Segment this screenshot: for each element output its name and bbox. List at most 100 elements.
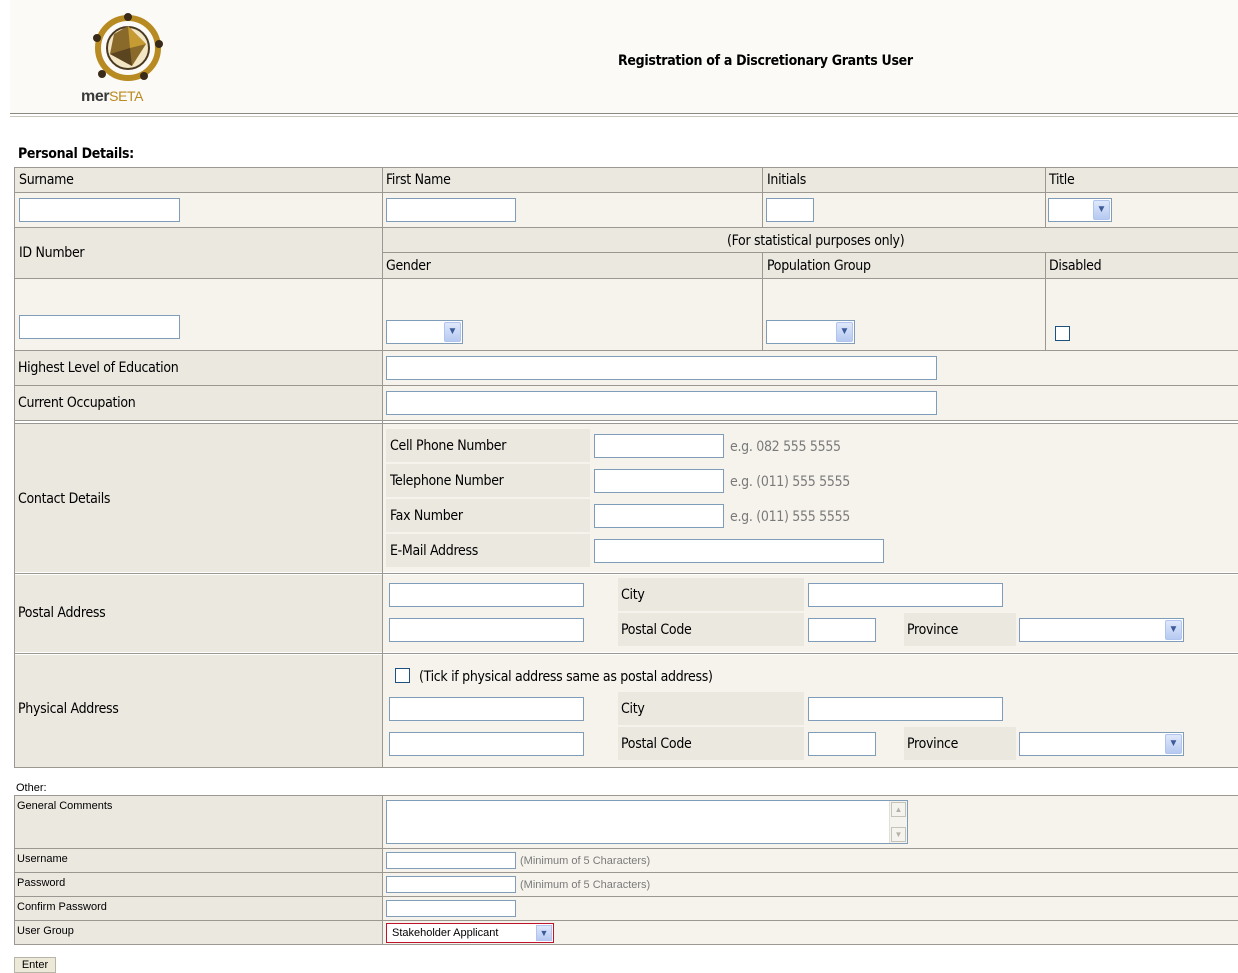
- grid-line: [15, 385, 1238, 386]
- logo-wordmark: merSETA: [81, 88, 144, 105]
- cell-phone-input[interactable]: [594, 434, 724, 458]
- physical-province-select[interactable]: ▼: [1019, 732, 1184, 756]
- physical-address-line1-input[interactable]: [389, 697, 584, 721]
- grid-line: [15, 423, 1238, 424]
- title-select[interactable]: ▼: [1048, 198, 1112, 222]
- postal-address-line1-input[interactable]: [389, 583, 584, 607]
- title-label: Title: [1049, 172, 1075, 188]
- header-divider: [10, 113, 1238, 114]
- grid-line: [15, 227, 1238, 228]
- physical-code-input[interactable]: [808, 732, 876, 756]
- first-name-label: First Name: [386, 172, 451, 188]
- physical-address-label: Physical Address: [18, 701, 119, 717]
- postal-address-label: Postal Address: [18, 605, 106, 621]
- same-as-postal-label: (Tick if physical address same as postal…: [419, 669, 713, 685]
- postal-city-input[interactable]: [808, 583, 1003, 607]
- confirm-password-input[interactable]: [386, 900, 516, 917]
- telephone-hint: e.g. (011) 555 5555: [730, 474, 850, 490]
- gender-select[interactable]: ▼: [386, 320, 463, 344]
- grid-line: [15, 944, 1238, 945]
- cell-phone-label: Cell Phone Number: [390, 438, 507, 454]
- postal-province-select[interactable]: ▼: [1019, 618, 1184, 642]
- user-group-select[interactable]: Stakeholder Applicant ▼: [386, 923, 554, 943]
- surname-label: Surname: [19, 172, 74, 188]
- id-number-label: ID Number: [19, 245, 85, 261]
- telephone-input[interactable]: [594, 469, 724, 493]
- chevron-down-icon: ▼: [836, 322, 853, 342]
- grid-line: [15, 653, 1238, 654]
- other-heading: Other:: [16, 782, 47, 794]
- postal-code-label: Postal Code: [621, 622, 692, 638]
- username-hint: (Minimum of 5 Characters): [520, 855, 651, 867]
- grid-line: [383, 252, 1238, 253]
- scroll-down-icon[interactable]: ▼: [891, 827, 906, 842]
- population-group-label: Population Group: [767, 258, 871, 274]
- scroll-up-icon[interactable]: ▲: [891, 802, 906, 817]
- comments-textarea[interactable]: ▲ ▼: [386, 800, 908, 844]
- grid-line: [15, 573, 1238, 574]
- disabled-checkbox[interactable]: [1055, 326, 1070, 341]
- grid-line: [15, 795, 1238, 796]
- chevron-down-icon: ▼: [444, 322, 461, 342]
- chevron-down-icon: ▼: [536, 925, 552, 941]
- grid-line: [15, 872, 1238, 873]
- surname-input[interactable]: [19, 198, 180, 222]
- grid-line: [15, 848, 1238, 849]
- chevron-down-icon: ▼: [1165, 620, 1182, 640]
- grid-line: [15, 920, 1238, 921]
- grid-line: [382, 795, 383, 945]
- id-number-input[interactable]: [19, 315, 180, 339]
- enter-button[interactable]: Enter: [14, 957, 56, 973]
- page-header: merSETA Registration of a Discretionary …: [10, 0, 1238, 114]
- first-name-input[interactable]: [386, 198, 516, 222]
- personal-details-heading: Personal Details:: [18, 146, 134, 162]
- password-label: Password: [17, 877, 66, 889]
- gender-label: Gender: [386, 258, 431, 274]
- initials-input[interactable]: [766, 198, 814, 222]
- header-divider-shadow: [10, 116, 1238, 117]
- postal-address-line2-input[interactable]: [389, 618, 584, 642]
- postal-city-label-bg: [618, 578, 804, 611]
- cell-phone-hint: e.g. 082 555 5555: [730, 439, 841, 455]
- page-title: Registration of a Discretionary Grants U…: [618, 53, 913, 69]
- password-label-cell: [15, 873, 382, 896]
- grid-line: [15, 192, 1238, 193]
- same-as-postal-checkbox[interactable]: [395, 668, 410, 683]
- postal-province-label: Province: [907, 622, 959, 638]
- comments-scrollbar[interactable]: ▲ ▼: [889, 801, 907, 843]
- initials-label: Initials: [767, 172, 807, 188]
- disabled-label: Disabled: [1049, 258, 1102, 274]
- username-label: Username: [17, 853, 68, 865]
- user-group-value: Stakeholder Applicant: [392, 927, 499, 939]
- education-input[interactable]: [386, 356, 937, 380]
- grid-line: [15, 420, 1238, 421]
- education-label: Highest Level of Education: [18, 360, 179, 376]
- email-input[interactable]: [594, 539, 884, 563]
- confirm-password-label: Confirm Password: [17, 901, 107, 913]
- physical-city-input[interactable]: [808, 697, 1003, 721]
- grid-line: [14, 795, 15, 945]
- population-group-select[interactable]: ▼: [766, 320, 855, 344]
- fax-hint: e.g. (011) 555 5555: [730, 509, 850, 525]
- fax-label: Fax Number: [390, 508, 463, 524]
- telephone-label: Telephone Number: [390, 473, 504, 489]
- username-input[interactable]: [386, 852, 516, 869]
- grid-line: [15, 767, 1238, 768]
- physical-code-label: Postal Code: [621, 736, 692, 752]
- statistical-note: (For statistical purposes only): [727, 233, 905, 249]
- physical-address-line2-input[interactable]: [389, 732, 584, 756]
- grid-line: [15, 896, 1238, 897]
- grid-line: [382, 167, 383, 768]
- fax-input[interactable]: [594, 504, 724, 528]
- postal-city-label: City: [621, 587, 645, 603]
- password-hint: (Minimum of 5 Characters): [520, 879, 651, 891]
- occupation-input[interactable]: [386, 391, 937, 415]
- physical-province-label: Province: [907, 736, 959, 752]
- physical-city-label-bg: [618, 692, 804, 725]
- contact-details-label: Contact Details: [18, 491, 111, 507]
- grid-line: [762, 252, 763, 351]
- comments-label: General Comments: [17, 800, 113, 812]
- grid-line: [762, 167, 763, 228]
- password-input[interactable]: [386, 876, 516, 893]
- postal-code-input[interactable]: [808, 618, 876, 642]
